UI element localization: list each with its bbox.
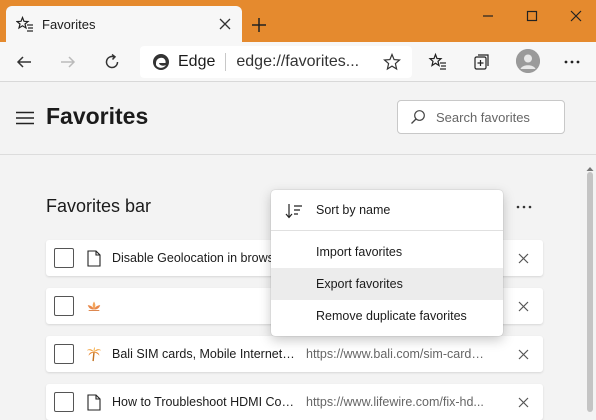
- maximize-button[interactable]: [512, 4, 552, 28]
- search-box[interactable]: [397, 100, 565, 134]
- lotus-icon: [86, 297, 102, 315]
- row-checkbox[interactable]: [54, 392, 74, 412]
- address-site-label: Edge: [178, 53, 216, 70]
- tab-favorites[interactable]: Favorites: [6, 6, 242, 42]
- favorite-row[interactable]: How to Troubleshoot HDMI Conn... https:/…: [46, 384, 543, 420]
- menu-item-label: Import favorites: [316, 245, 403, 259]
- favorite-title: Bali SIM cards, Mobile Internet, R...: [112, 347, 298, 361]
- close-window-button[interactable]: [556, 4, 596, 28]
- refresh-button[interactable]: [96, 46, 128, 78]
- palm-tree-icon: [86, 345, 102, 363]
- collections-button[interactable]: [466, 46, 498, 78]
- more-options-button[interactable]: [510, 196, 538, 218]
- back-button[interactable]: [8, 46, 40, 78]
- scroll-up-arrow-icon[interactable]: [586, 160, 594, 171]
- address-bar[interactable]: Edge edge://favorites...: [140, 46, 412, 78]
- hamburger-menu-icon[interactable]: [12, 105, 38, 131]
- menu-divider: [271, 230, 503, 231]
- title-bar: Favorites: [0, 0, 596, 42]
- profile-avatar[interactable]: [516, 49, 540, 73]
- sort-icon: [285, 203, 303, 219]
- browser-toolbar: Edge edge://favorites...: [0, 42, 596, 82]
- favorites-context-menu: Sort by name Import favorites Export fav…: [271, 190, 503, 336]
- page-title: Favorites: [46, 103, 149, 129]
- search-icon: [410, 109, 426, 125]
- menu-item-import-favorites[interactable]: Import favorites: [271, 236, 503, 268]
- tab-title: Favorites: [42, 16, 96, 32]
- close-icon[interactable]: [214, 13, 236, 35]
- row-checkbox[interactable]: [54, 248, 74, 268]
- settings-more-button[interactable]: [556, 46, 588, 78]
- forward-button[interactable]: [52, 46, 84, 78]
- row-checkbox[interactable]: [54, 296, 74, 316]
- add-favorite-star-icon[interactable]: [380, 50, 404, 74]
- delete-icon[interactable]: [515, 298, 531, 314]
- menu-item-label: Remove duplicate favorites: [316, 309, 467, 323]
- row-checkbox[interactable]: [54, 344, 74, 364]
- favorites-button[interactable]: [422, 46, 454, 78]
- document-icon: [86, 249, 102, 267]
- menu-item-sort-by-name[interactable]: Sort by name: [271, 194, 503, 226]
- delete-icon[interactable]: [515, 346, 531, 362]
- section-title: Favorites bar: [46, 196, 152, 216]
- page-header: Favorites: [0, 83, 596, 155]
- favorite-url: https://www.bali.com/sim-cards-...: [306, 347, 486, 361]
- favorite-url: https://www.lifewire.com/fix-hd...: [306, 395, 484, 409]
- favorite-title: How to Troubleshoot HDMI Conn...: [112, 395, 298, 409]
- menu-item-export-favorites[interactable]: Export favorites: [271, 268, 503, 300]
- address-separator: [225, 53, 227, 71]
- menu-item-remove-duplicate-favorites[interactable]: Remove duplicate favorites: [271, 300, 503, 332]
- favorites-star-icon: [16, 15, 34, 33]
- favorite-row[interactable]: Bali SIM cards, Mobile Internet, R... ht…: [46, 336, 543, 372]
- delete-icon[interactable]: [515, 394, 531, 410]
- delete-icon[interactable]: [515, 250, 531, 266]
- minimize-button[interactable]: [468, 4, 508, 28]
- search-input[interactable]: [436, 109, 556, 125]
- document-icon: [86, 393, 102, 411]
- address-url[interactable]: edge://favorites...: [236, 53, 380, 71]
- scrollbar-thumb[interactable]: [587, 172, 593, 412]
- menu-item-label: Export favorites: [316, 277, 403, 291]
- edge-logo-icon: [152, 53, 170, 71]
- menu-item-label: Sort by name: [316, 203, 391, 217]
- new-tab-button[interactable]: [248, 14, 270, 36]
